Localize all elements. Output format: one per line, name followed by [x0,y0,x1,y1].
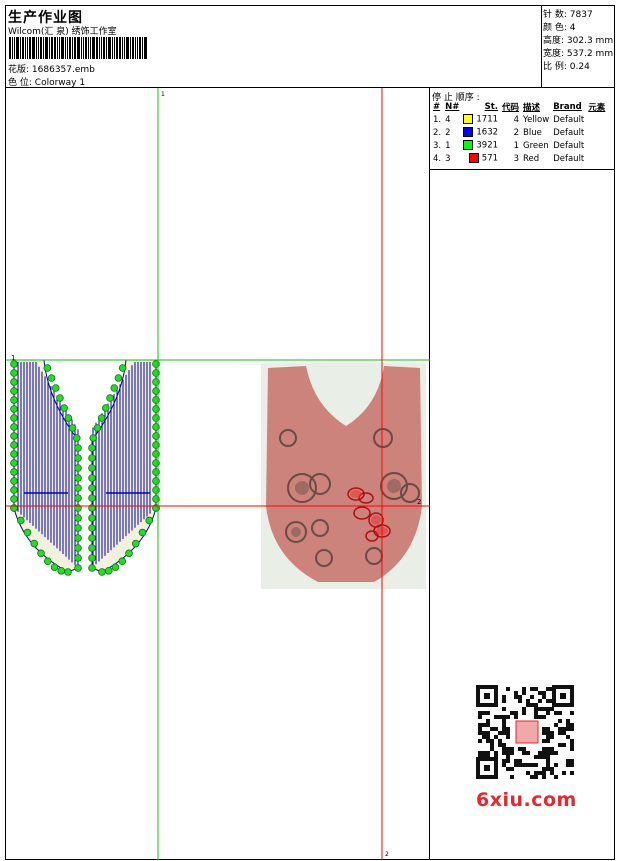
stop-element [586,152,607,165]
stop-desc: Yellow [523,114,550,125]
stop-element [586,113,607,126]
design-value: 1686357.emb [31,65,95,75]
stop-needle: 1 [445,140,451,151]
guide-mark-top: 1 [161,91,165,98]
col-needle: N# [445,102,460,112]
stop-stitches: 1632 [461,126,500,139]
guide-mark-left: 1 [11,354,15,362]
panel-divider [430,169,614,170]
col-desc: 描述 [523,103,541,113]
stop-index: 2. [433,127,442,138]
stop-desc: Green [523,140,549,151]
collar-stitch-preview [10,359,160,576]
stop-stitches: 571 [461,152,500,165]
design-height: 高度: 302.3 mm [543,36,614,46]
stitch-count-value: 571 [481,153,499,164]
barcode [9,37,149,59]
stop-row: 4. 3 571 3 Red Default [431,152,607,165]
lace-reference-image [261,363,426,589]
stop-index: 1. [433,114,442,125]
guide-mark-bottom: 2 [385,851,389,858]
col-brand: Brand [553,102,582,112]
stats-panel: 针 数: 7837 颜 色: 4 高度: 302.3 mm 宽度: 537.2 … [542,6,614,88]
stop-index: 4. [433,153,442,164]
color-swatch [463,127,474,138]
stop-brand: Default [553,114,585,125]
design-scale: 比 例: 0.24 [543,62,590,72]
stop-brand: Default [553,153,585,164]
stop-row: 3. 1 3921 1 Green Default [431,139,607,152]
design-file-line: 花版: 1686357.emb [8,62,95,75]
header-info: 生产作业图 Wilcom(汇 泉) 绣饰工作室 花版: 1686357.emb … [6,6,542,88]
design-width: 宽度: 537.2 mm [543,49,614,59]
stop-index: 3. [433,140,442,151]
stop-code: 1 [513,140,520,151]
color-swatch [463,140,474,151]
stitch-count: 针 数: 7837 [543,10,593,20]
studio-name: Wilcom(汇 泉) 绣饰工作室 [8,27,117,37]
stitch-count-value: 1711 [476,114,499,125]
stitch-count-value: 3921 [476,140,499,151]
stop-needle: 3 [445,153,451,164]
col-index: # [433,102,441,112]
stop-stitches: 3921 [461,139,500,152]
stitch-count-value: 1632 [476,127,499,138]
stop-row: 2. 2 1632 2 Blue Default [431,126,607,139]
design-canvas: 1 1 2 2 [6,88,430,860]
color-swatch [468,153,479,164]
stop-row: 1. 4 1711 4 Yellow Default [431,113,607,126]
guide-mark-right: 2 [417,498,421,506]
canvas-drawing: 1 1 2 2 [6,88,430,860]
design-label: 花版: [8,65,30,75]
col-element: 元素 [588,103,606,113]
stop-table-header: # N# St. 代码 描述 Brand 元素 [431,101,607,113]
watermark-text: 6xiu.com [476,789,577,811]
stop-desc: Red [523,153,540,164]
color-count: 颜 色: 4 [543,23,576,33]
qr-code-image [466,681,582,785]
stop-code: 2 [513,127,520,138]
colorway-line: 色 位: Colorway 1 [8,75,85,88]
stop-brand: Default [553,140,585,151]
stop-desc: Blue [523,127,542,138]
stop-brand: Default [553,127,585,138]
stop-stitches: 1711 [461,113,500,126]
color-swatch [463,114,474,125]
col-code: 代码 [502,103,520,113]
stop-needle: 2 [445,127,451,138]
colorway-label: 色 位: [8,78,32,88]
stop-sequence-table: # N# St. 代码 描述 Brand 元素 1. 4 1711 4 Yellow De… [431,101,607,165]
stop-element [586,139,607,152]
qr-center-logo [515,720,539,744]
stop-element [586,126,607,139]
stop-needle: 4 [445,114,451,125]
stop-code: 3 [513,153,520,164]
colorway-value: Colorway 1 [34,78,86,88]
col-stitches: St. [484,102,499,112]
stop-code: 4 [513,114,520,125]
